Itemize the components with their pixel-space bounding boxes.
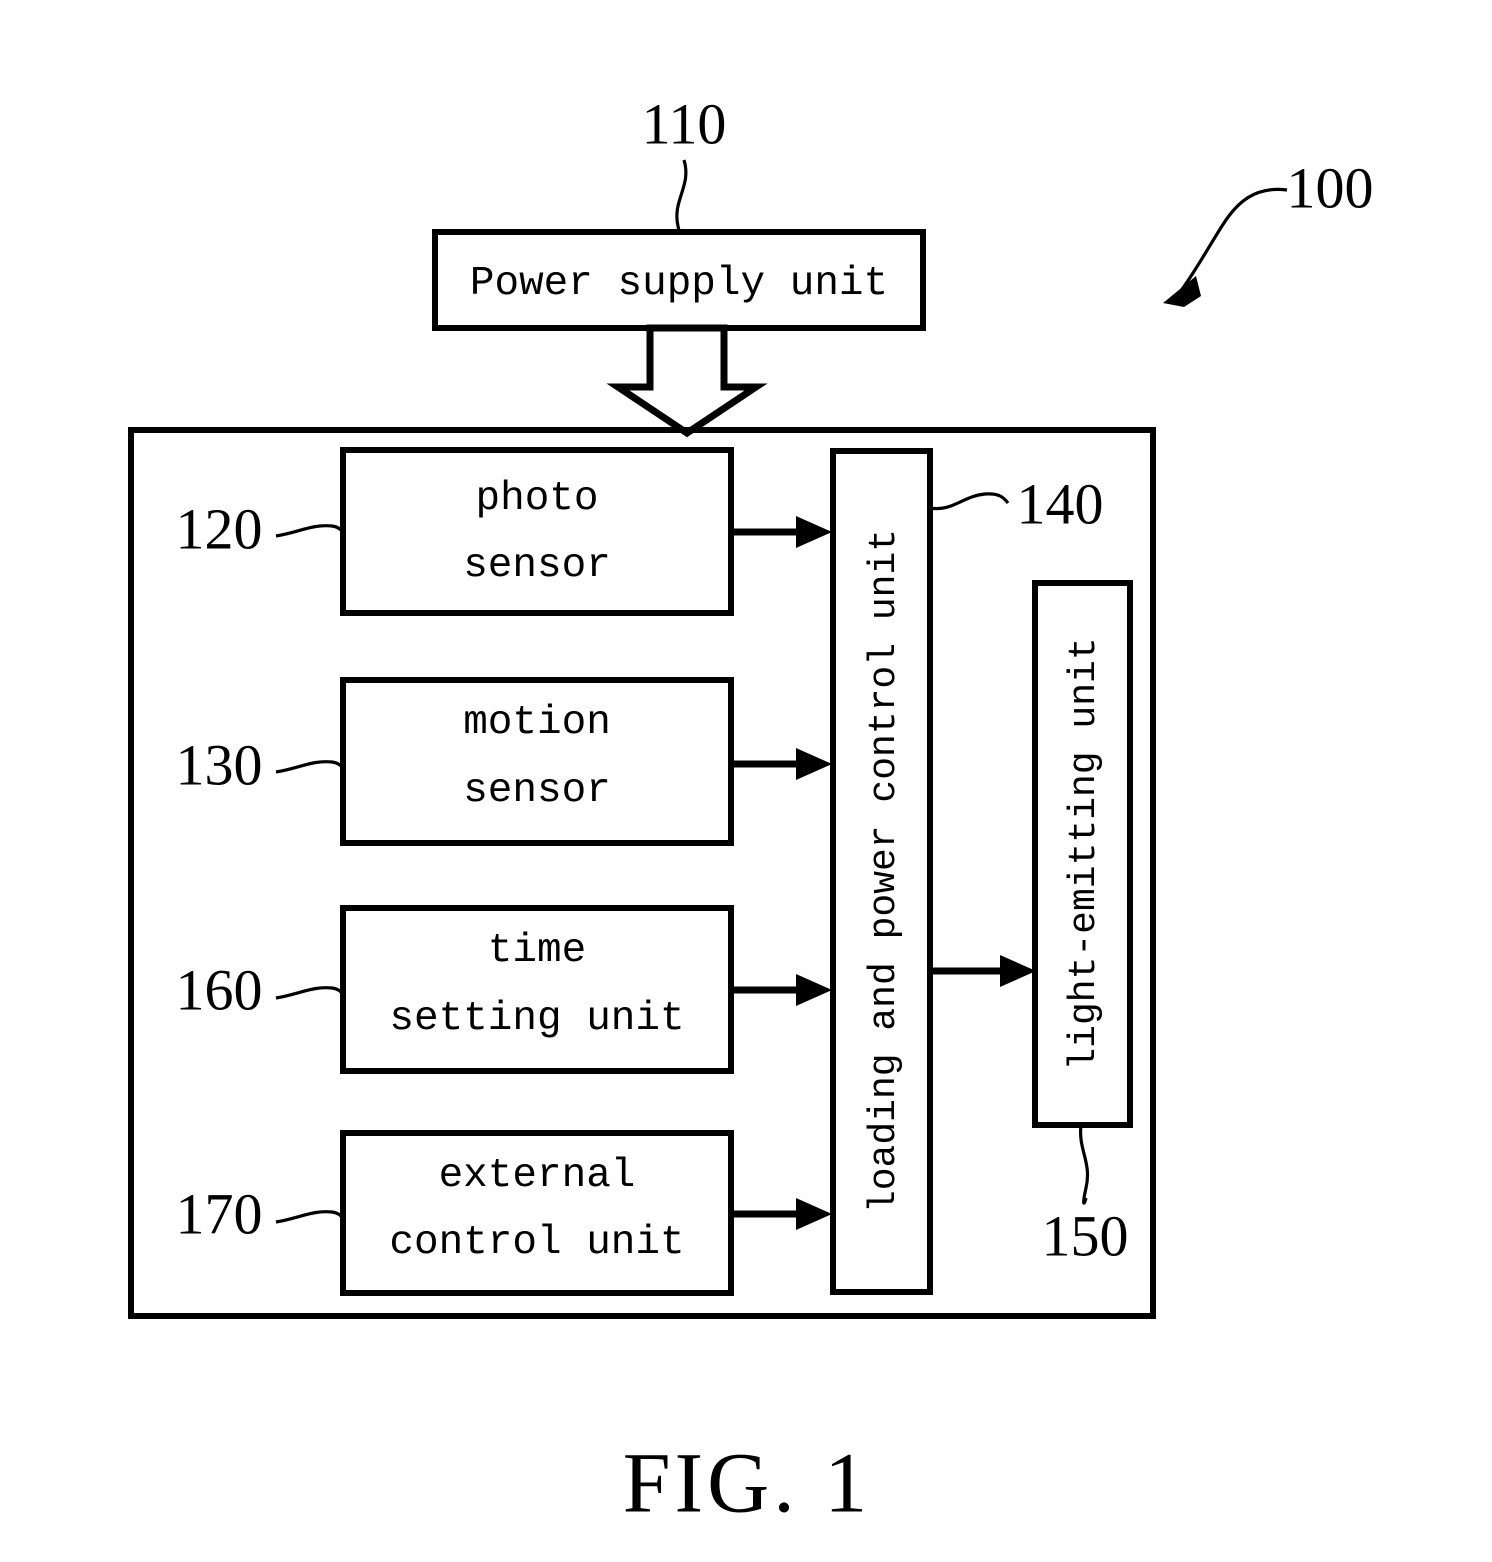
external-control-unit-label-line2: control unit xyxy=(389,1220,684,1266)
ref-number-170: 170 xyxy=(176,1181,263,1246)
leader-line-160 xyxy=(275,986,345,1000)
ref-number-160: 160 xyxy=(176,957,263,1022)
ref-number-110: 110 xyxy=(642,91,727,156)
loading-and-power-control-unit-label: loading and power control unit xyxy=(863,529,906,1213)
time-setting-unit-label-line2: setting unit xyxy=(389,996,684,1042)
ref-number-100: 100 xyxy=(1287,155,1374,220)
arrowhead-control-to-light xyxy=(1000,955,1036,987)
power-supply-unit-label: Power supply unit xyxy=(470,261,888,307)
patent-figure: 110 Power supply unit 100 photo sensor 1… xyxy=(0,0,1492,1562)
leader-line-130 xyxy=(275,760,345,774)
motion-sensor-label-line2: sensor xyxy=(463,768,611,814)
leader-line-170 xyxy=(275,1210,345,1224)
leader-line-150 xyxy=(1078,1124,1090,1205)
ref-100-arrowhead xyxy=(1163,276,1201,307)
leader-line-140 xyxy=(929,492,1010,511)
arrowhead-motion-to-control xyxy=(796,748,832,780)
external-control-unit-label-line1: external xyxy=(439,1153,636,1199)
power-feed-block-arrow xyxy=(606,324,768,438)
ref-number-130: 130 xyxy=(176,732,263,797)
arrowhead-time-to-control xyxy=(796,974,832,1006)
photo-sensor-label-line2: sensor xyxy=(463,543,611,589)
figure-canvas: 110 Power supply unit 100 photo sensor 1… xyxy=(128,91,1374,1531)
ref-number-150: 150 xyxy=(1042,1203,1129,1268)
arrowhead-external-to-control xyxy=(796,1198,832,1230)
leader-line-120 xyxy=(275,524,345,538)
figure-caption: FIG. 1 xyxy=(623,1435,872,1531)
time-setting-unit-label-line1: time xyxy=(488,928,586,974)
ref-number-140: 140 xyxy=(1017,471,1104,536)
motion-sensor-label-line1: motion xyxy=(463,700,611,746)
photo-sensor-label-line1: photo xyxy=(475,476,598,522)
ref-number-120: 120 xyxy=(176,496,263,561)
arrowhead-photo-to-control xyxy=(796,516,832,548)
light-emitting-unit-label: light-emitting unit xyxy=(1063,637,1106,1070)
